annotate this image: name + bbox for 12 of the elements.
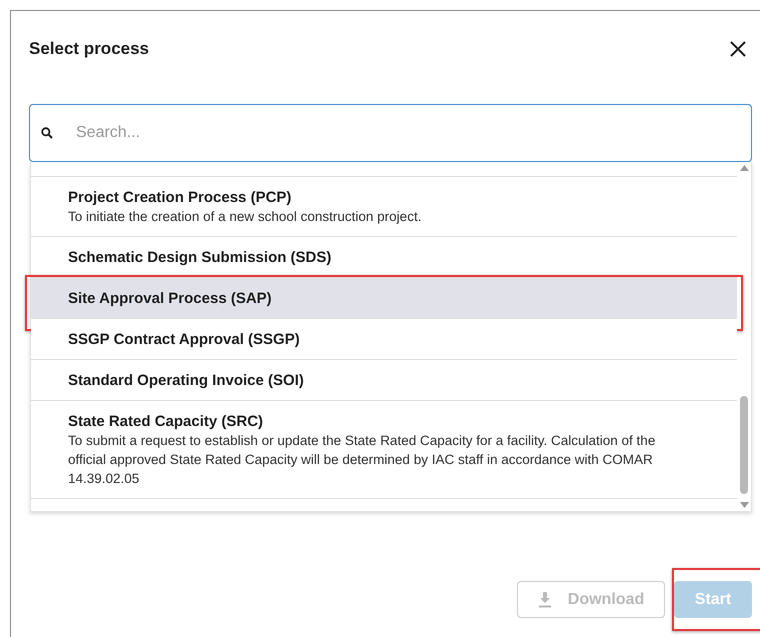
process-item[interactable]: Project Creation Process (PCP) To initiate the creation of a new school construction project.	[31, 177, 737, 237]
search-field[interactable]: Search...	[29, 104, 752, 162]
down-arrow-icon[interactable]	[740, 502, 748, 508]
process-item[interactable]: Site Approval Process (SAP)	[31, 278, 737, 319]
scrollbar-thumb[interactable]	[740, 396, 748, 494]
process-item[interactable]: Standard Operating Invoice (SOI)	[31, 360, 737, 401]
download-icon	[538, 592, 552, 608]
process-item[interactable]: SSGP Contract Approval (SSGP)	[31, 319, 737, 360]
process-item[interactable]: State Rated Capacity (SRC) To submit a request to establish or update the State Rated Capacity for a facility. Calculation of the official approved State Rated Capacity will be determined by IAC staff in accordance with COMAR 14.39.02.05	[31, 401, 737, 499]
search-icon	[41, 127, 53, 139]
dialog-title: Select process	[29, 39, 150, 59]
up-arrow-icon[interactable]	[740, 165, 748, 171]
